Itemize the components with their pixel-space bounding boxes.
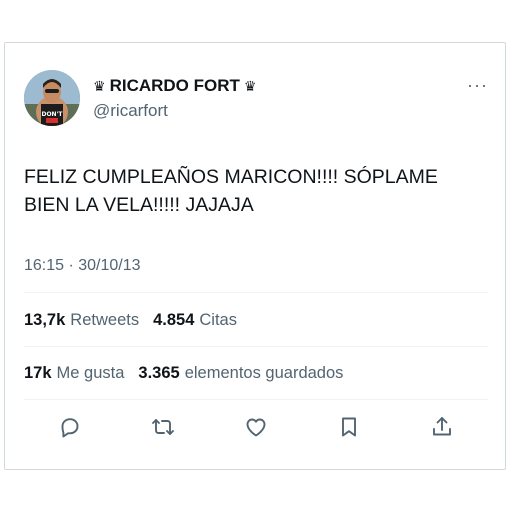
divider [24,346,488,347]
likes-count: 17k [24,364,52,382]
likes-stat[interactable]: 17k Me gusta [24,362,124,384]
quotes-label: Citas [199,311,237,329]
quotes-stat[interactable]: 4.854 Citas [153,309,237,331]
svg-text:DON'T: DON'T [41,111,63,118]
crown-icon: ♛ [243,78,257,94]
author-name-row[interactable]: ♛ RICARDO FORT ♛ [93,76,256,96]
share-icon [433,417,451,436]
bookmark-button[interactable] [335,413,363,441]
reply-button[interactable] [56,413,84,441]
divider [24,399,488,400]
retweets-count: 13,7k [24,311,66,329]
bookmark-icon [342,417,356,437]
quotes-count: 4.854 [153,311,195,329]
crown-icon: ♛ [93,78,106,94]
like-button[interactable] [242,413,270,441]
author-handle[interactable]: @ricarfort [93,100,168,122]
heart-icon [246,418,266,437]
retweet-icon [152,419,174,435]
avatar[interactable]: DON'T [24,70,80,126]
stats-row-likes: 17k Me gusta 3.365 elementos guardados [24,362,343,384]
share-button[interactable] [428,413,456,441]
retweets-label: Retweets [70,311,140,329]
action-bar [56,413,456,441]
tweet-timestamp[interactable]: 16:15 · 30/10/13 [24,255,141,277]
retweet-button[interactable] [149,413,177,441]
divider [24,292,488,293]
bookmarks-stat[interactable]: 3.365 elementos guardados [138,362,343,384]
reply-icon [61,418,79,438]
bookmarks-count: 3.365 [138,364,180,382]
bookmarks-label: elementos guardados [184,364,344,382]
tweet-text: FELIZ CUMPLEAÑOS MARICON!!!! SÓPLAME BIE… [24,166,438,216]
stats-row-retweets: 13,7k Retweets 4.854 Citas [24,309,237,331]
likes-label: Me gusta [56,364,125,382]
retweets-stat[interactable]: 13,7k Retweets [24,309,139,331]
author-name[interactable]: RICARDO FORT [110,76,240,96]
more-options-icon[interactable]: ··· [467,76,488,94]
